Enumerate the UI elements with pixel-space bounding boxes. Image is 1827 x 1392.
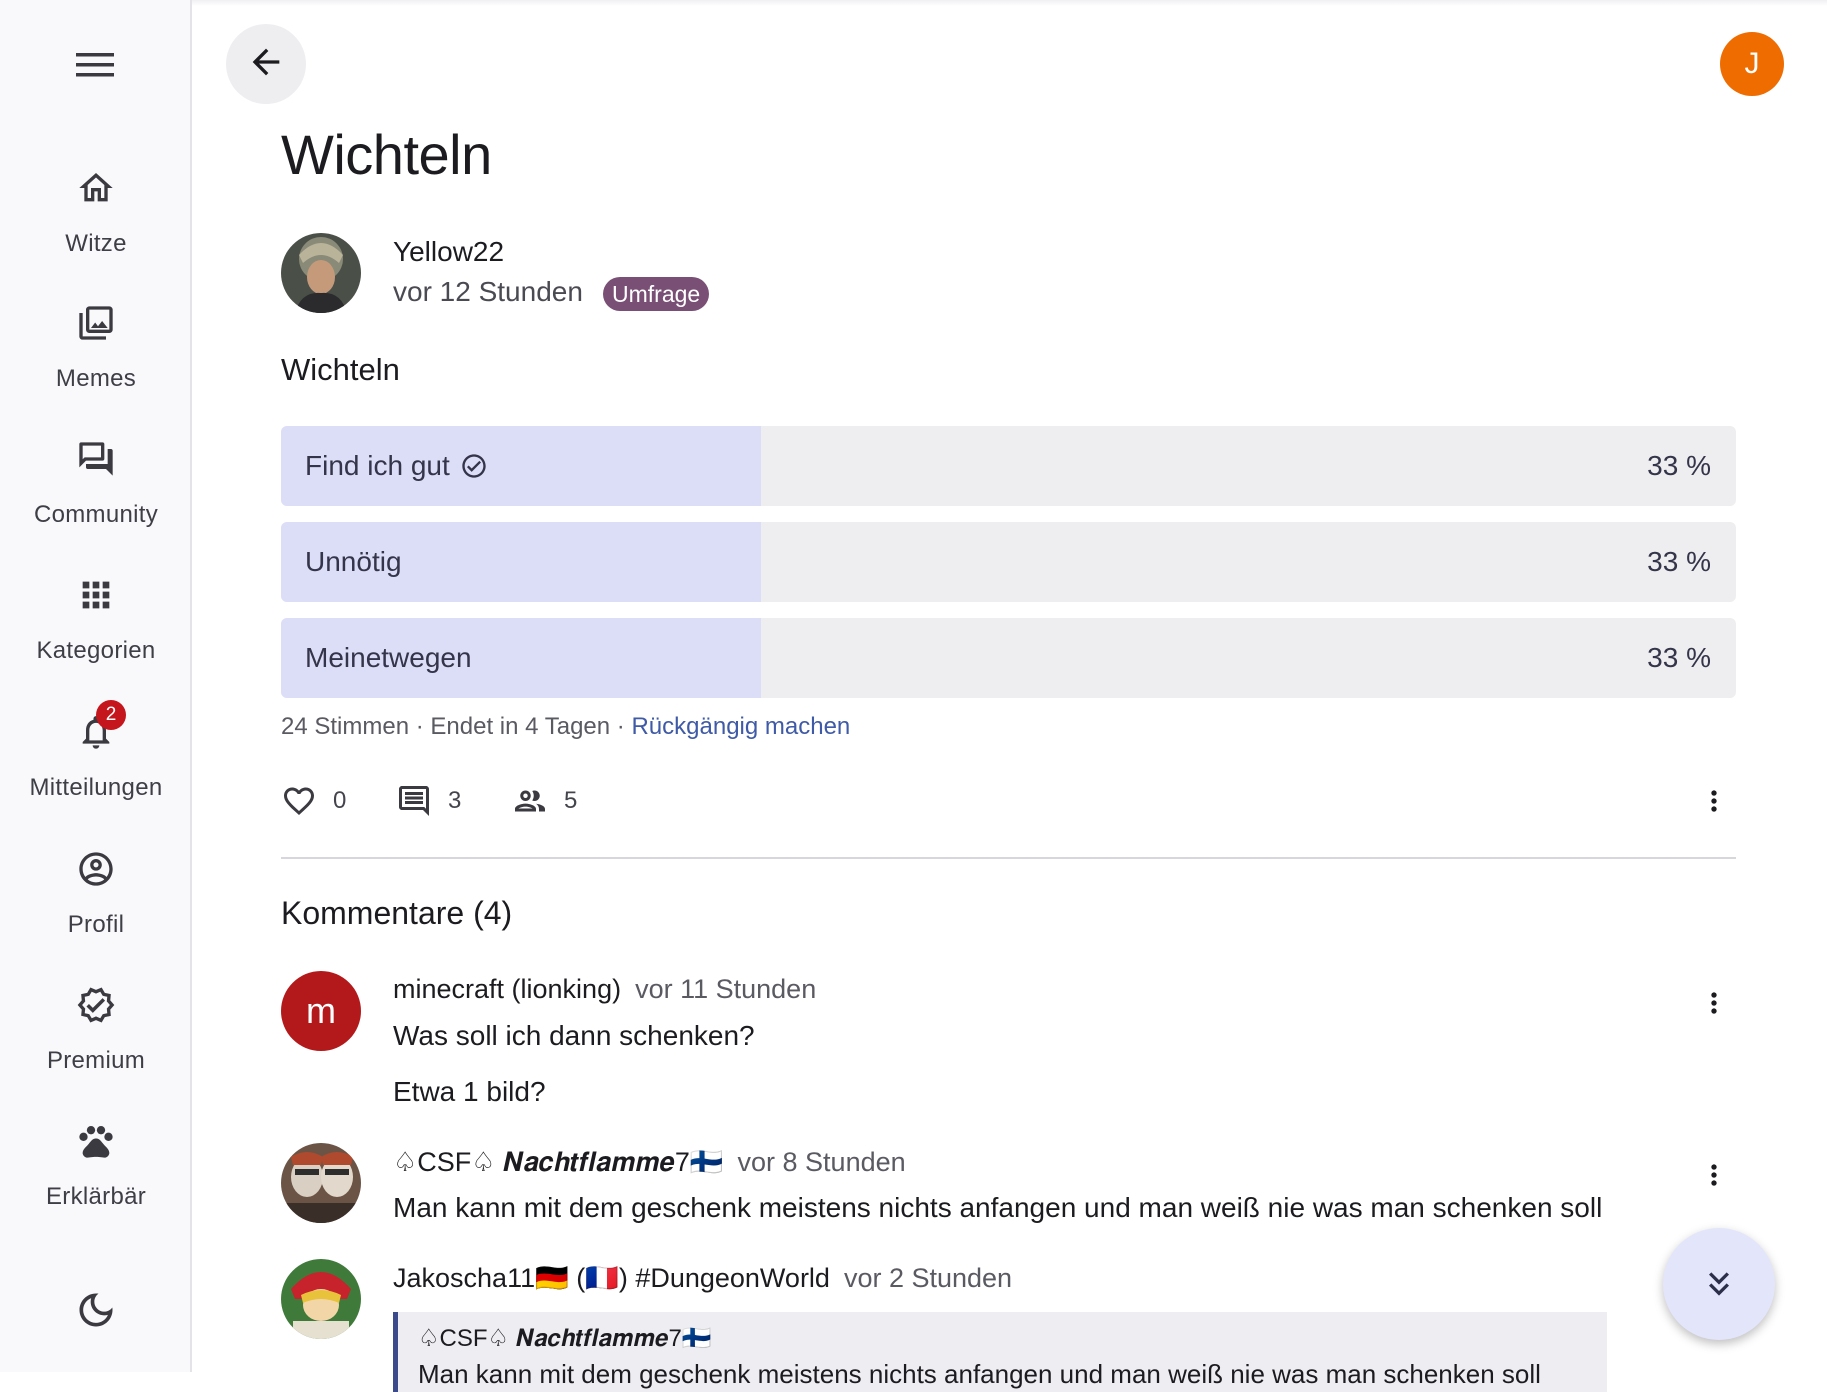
like-button[interactable]: 0 (281, 783, 346, 819)
check-circle-icon (462, 454, 486, 478)
comment-avatar[interactable] (281, 1259, 361, 1339)
poll-vote-count: 24 Stimmen (281, 713, 410, 740)
comment-author[interactable]: ♤CSF♤ 𝑵𝒂𝒄𝒉𝒕𝒇𝒍𝒂𝒎𝒎𝒆7🇫🇮 (393, 1147, 724, 1177)
post-type-badge: Umfrage (603, 277, 710, 311)
like-count: 0 (333, 787, 347, 814)
verified-icon (76, 985, 116, 1025)
poll-option-percent: 33 % (1647, 450, 1711, 481)
comment-more-options-button[interactable] (1694, 983, 1734, 1023)
comment-header: Jakoscha11🇩🇪 (🇫🇷) #DungeonWorld vor 2 Stu… (393, 1262, 1012, 1294)
heart-outline-icon (284, 787, 314, 816)
comment-text: Etwa 1 bild? (393, 1076, 546, 1107)
sidebar-item-label: Mitteilungen (29, 774, 163, 801)
quoted-comment[interactable]: ♤CSF♤ 𝑵𝒂𝒄𝒉𝒕𝒇𝒍𝒂𝒎𝒎𝒆7🇫🇮 Man kann mit dem ge… (393, 1312, 1607, 1392)
menu-icon[interactable] (66, 40, 126, 90)
comment-text: Was soll ich dann schenken? (393, 1020, 755, 1051)
sidebar-item-kategorien[interactable]: Kategorien (0, 575, 192, 695)
comment-avatar[interactable] (281, 1143, 361, 1223)
back-button[interactable] (226, 24, 306, 104)
comments-heading: Kommentare (4) (281, 895, 513, 931)
comment-button[interactable]: 3 (396, 783, 461, 819)
sidebar-item-label: Community (33, 501, 159, 528)
more-vert-icon (1711, 992, 1717, 1014)
comment-timestamp: vor 2 Stunden (843, 1263, 1013, 1293)
poll-option[interactable]: Find ich gut 33 % (281, 426, 1736, 506)
sidebar-item-erklaerbaer[interactable]: Erklärbär (0, 1121, 192, 1241)
comment-count: 3 (448, 787, 462, 814)
comment-timestamp: vor 8 Stunden (737, 1147, 906, 1177)
comment-header: minecraft (lionking) vor 11 Stunden (393, 974, 816, 1005)
post-more-options-button[interactable] (1694, 781, 1734, 821)
top-bar-shadow (192, 0, 1827, 6)
quoted-author: ♤CSF♤ 𝑵𝒂𝒄𝒉𝒕𝒇𝒍𝒂𝒎𝒎𝒆7🇫🇮 (418, 1325, 712, 1352)
poll-option[interactable]: Meinetwegen 33 % (281, 618, 1736, 698)
forum-icon (76, 439, 116, 479)
sidebar-item-premium[interactable]: Premium (0, 985, 192, 1105)
page-title: Wichteln (281, 123, 492, 186)
sidebar-item-label: Profil (67, 911, 125, 938)
comment-timestamp: vor 11 Stunden (635, 974, 817, 1004)
comment-avatar[interactable]: m (281, 971, 361, 1051)
author-name[interactable]: Yellow22 (393, 236, 504, 268)
poll-end-time: Endet in 4 Tagen (430, 713, 611, 740)
dark-mode-moon-icon[interactable] (74, 1288, 118, 1332)
user-avatar[interactable]: J (1720, 32, 1784, 96)
sidebar-item-label: Witze (65, 230, 127, 257)
followers-button[interactable]: 5 (512, 783, 577, 819)
sidebar-item-label: Erklärbär (45, 1183, 147, 1210)
home-icon (76, 168, 116, 208)
poll-option-label: Find ich gut (305, 450, 450, 481)
scroll-down-button[interactable] (1663, 1228, 1775, 1340)
image-stack-icon (76, 303, 116, 343)
comment-icon (399, 786, 429, 816)
poll-option[interactable]: Unnötig 33 % (281, 522, 1736, 602)
arrow-back-icon (246, 42, 286, 87)
sidebar-item-memes[interactable]: Memes (0, 303, 192, 423)
followers-count: 5 (564, 787, 578, 814)
paw-icon (76, 1121, 116, 1161)
sidebar-item-community[interactable]: Community (0, 439, 192, 559)
undo-vote-link[interactable]: Rückgängig machen (631, 713, 850, 740)
sidebar-item-label: Kategorien (36, 637, 156, 664)
poll-option-label: Unnötig (305, 546, 402, 577)
comment-author[interactable]: Jakoscha11🇩🇪 (🇫🇷) #DungeonWorld (393, 1263, 830, 1293)
more-vert-icon (1711, 1164, 1717, 1186)
sidebar-item-witze[interactable]: Witze (0, 168, 192, 288)
comment-author[interactable]: minecraft (lionking) (393, 974, 621, 1004)
apps-grid-icon (76, 575, 116, 615)
poll-meta: 24 Stimmen · Endet in 4 Tagen · Rückgäng… (281, 713, 851, 740)
poll-option-percent: 33 % (1647, 642, 1711, 673)
sidebar-item-label: Memes (55, 365, 137, 392)
sidebar-item-label: Premium (46, 1047, 146, 1074)
comment-text: Man kann mit dem geschenk meistens nicht… (393, 1192, 1603, 1223)
poll-option-percent: 33 % (1647, 546, 1711, 577)
divider (281, 857, 1736, 859)
people-icon (515, 790, 545, 812)
navigation-rail: Witze Memes Community Kategorien 2 Mitte… (0, 0, 192, 1372)
account-circle-icon (76, 849, 116, 889)
quoted-text: Man kann mit dem geschenk meistens nicht… (418, 1359, 1541, 1389)
double-chevron-down-icon (1709, 1272, 1729, 1296)
notification-count-badge: 2 (96, 700, 126, 730)
sidebar-item-mitteilungen[interactable]: 2 Mitteilungen (0, 700, 192, 832)
comment-more-options-button[interactable] (1694, 1155, 1734, 1195)
comment-header: ♤CSF♤ 𝑵𝒂𝒄𝒉𝒕𝒇𝒍𝒂𝒎𝒎𝒆7🇫🇮 vor 8 Stunden (393, 1146, 906, 1179)
author-avatar[interactable] (281, 233, 361, 313)
more-vert-icon (1711, 790, 1717, 812)
sidebar-item-profil[interactable]: Profil (0, 849, 192, 969)
poll-option-label: Meinetwegen (305, 642, 472, 673)
post-timestamp: vor 12 Stunden (393, 276, 583, 307)
poll-question: Wichteln (281, 352, 400, 387)
